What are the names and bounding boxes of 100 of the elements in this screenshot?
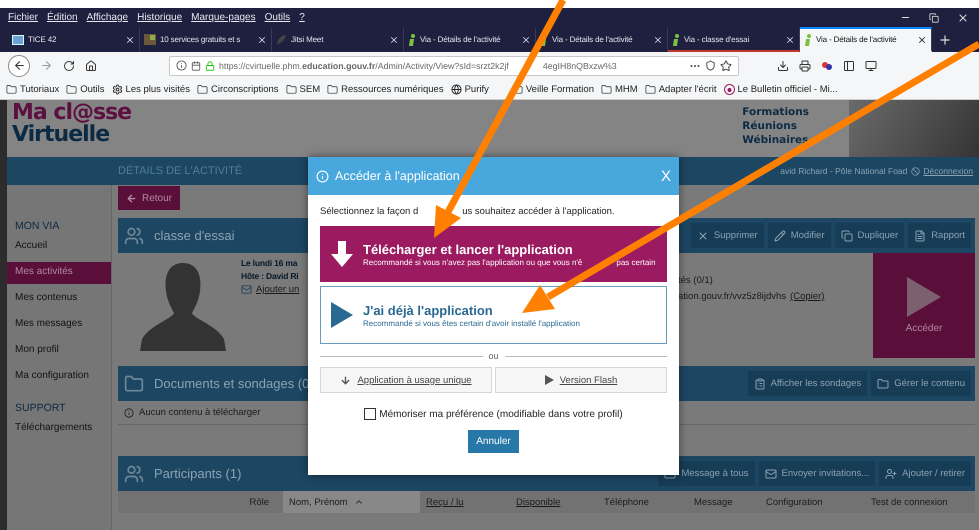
separator-text: ou — [488, 351, 499, 361]
close-icon — [521, 34, 531, 44]
down-arrow-icon — [331, 241, 353, 267]
menu-item[interactable]: Affichage — [86, 12, 128, 23]
column-header[interactable]: Reçu / lu — [420, 491, 510, 513]
panel-title: Participants (1) — [154, 466, 242, 481]
bookmark[interactable]: Adapter l'écrit — [644, 84, 716, 94]
page-title: DÉTAILS DE L'ACTIVITÉ — [118, 165, 242, 177]
sidebar-item[interactable]: Ma configuration — [7, 366, 111, 388]
column-header[interactable]: Disponible — [510, 491, 598, 513]
menu-item[interactable]: ? — [299, 12, 305, 23]
bookmark[interactable]: Circonscriptions — [196, 84, 279, 94]
checkbox-label: Mémoriser ma préférence (modifiable dans votre profil) — [379, 408, 623, 420]
bookmark[interactable]: Purify — [450, 84, 489, 94]
menu-item[interactable]: Marque-pages — [191, 12, 256, 23]
folder-icon — [124, 374, 144, 394]
globe-icon — [450, 84, 462, 94]
info-figure-icon — [672, 34, 680, 46]
calendar-icon — [191, 60, 201, 70]
envelope-icon — [241, 284, 252, 295]
back-arrow-icon — [126, 192, 137, 204]
option-subtitle: Recommandé si vous n'avez pas l'application ou que vous n'ê — [363, 258, 582, 266]
folder-icon — [877, 378, 890, 390]
clipboard-icon — [754, 378, 766, 390]
bookmark[interactable]: Ressources numériques — [327, 84, 444, 94]
info-icon — [176, 60, 187, 71]
option-subtitle: Recommandé si vous êtes certain d'avoir installé l'application — [363, 318, 580, 328]
copy-icon — [840, 230, 853, 242]
menu-item[interactable]: Édition — [47, 12, 78, 23]
copy-link[interactable]: (Copier) — [790, 291, 824, 302]
document-icon — [914, 230, 926, 242]
dialog-title: Accéder à l'application — [335, 169, 460, 183]
menu-item[interactable]: Historique — [137, 12, 182, 23]
link-text: ation.gouv.fr/vvz5z8ijdvhs — [678, 291, 786, 302]
action-button[interactable]: Gérer le contenu — [871, 371, 971, 396]
menu-item[interactable]: Outils — [264, 12, 290, 23]
browser-tab[interactable]: Via - Détails de l'activité — [800, 27, 932, 52]
back-button[interactable] — [8, 54, 30, 76]
play-icon — [331, 302, 353, 328]
bookmark[interactable]: Veille Formation — [512, 84, 594, 94]
tagline: Wébinaires — [742, 134, 809, 146]
users-icon — [124, 464, 144, 484]
menu-item[interactable]: Fichier — [8, 12, 38, 23]
checkbox[interactable] — [364, 408, 376, 420]
prompt-text: us souhaitez accéder à l'application. — [462, 206, 615, 217]
bookmark[interactable]: SEM — [286, 84, 320, 94]
close-icon — [785, 34, 795, 44]
logout-link[interactable]: Déconnexion — [911, 166, 973, 176]
back-button[interactable]: Retour — [118, 186, 180, 210]
window-icon — [12, 34, 24, 44]
sidebar-item[interactable]: Mes contenus — [7, 288, 111, 310]
action-button[interactable]: Envoyer invitations... — [758, 461, 876, 486]
pencil-icon — [774, 230, 786, 242]
option-button[interactable]: J'ai déjà l'application Recommandé si vous êtes certain d'avoir installé l'application — [320, 286, 667, 344]
prompt-text: Sélectionnez la façon d — [320, 206, 418, 217]
date-text: Le lundi 16 ma — [241, 258, 298, 268]
option-button[interactable]: Télécharger et lancer l'application Recommandé si vous n'avez pas l'application ou que vous n'ê pas certain — [320, 226, 667, 282]
action-button[interactable]: Rapport — [908, 223, 971, 248]
action-button[interactable]: Dupliquer — [834, 223, 904, 248]
action-button[interactable]: Afficher les sondages — [748, 371, 868, 396]
close-icon — [389, 34, 399, 44]
column-header: Rôle — [248, 496, 270, 510]
host-text: Hôte : David Ri — [241, 271, 298, 281]
sidebar-item[interactable]: Accueil — [7, 236, 111, 258]
leaf-icon — [276, 34, 287, 45]
sidebar-item[interactable]: Mon profil — [7, 340, 111, 362]
folder-icon — [66, 84, 78, 94]
user-name: avid Richard - Pôle National Foad — [780, 166, 908, 176]
forward-icon — [40, 59, 53, 72]
folder-icon — [196, 84, 208, 94]
alternative-button[interactable]: Version Flash — [495, 367, 667, 393]
monitor-icon — [865, 60, 877, 72]
address-field[interactable]: https://cvirtuelle.phm.education.gouv.fr/Admin/Activity/View?sId=srzt2k2jf 4egIH8nQBxzw%3 — [169, 56, 739, 76]
action-button[interactable]: Supprimer — [690, 223, 764, 248]
option-subtitle: pas certain — [616, 258, 656, 266]
option-title: Télécharger et lancer l'application — [363, 242, 574, 256]
gear-icon — [112, 84, 123, 94]
action-button[interactable]: Modifier — [768, 223, 831, 248]
sidebar-heading: SUPPORT — [14, 401, 67, 416]
bookmark[interactable]: Les plus visités — [112, 84, 190, 94]
sidebar-icon — [843, 60, 855, 72]
alternative-button[interactable]: Application à usage unique — [320, 367, 492, 393]
bookmark[interactable]: MHM — [601, 84, 638, 94]
sidebar-item[interactable]: Mes activités — [7, 262, 111, 284]
add-link[interactable]: Ajouter un — [256, 284, 300, 295]
image-icon — [144, 34, 156, 45]
cancel-button[interactable]: Annuler — [468, 430, 519, 453]
column-header[interactable]: Nom, Prénom — [283, 491, 420, 513]
folder-icon — [601, 84, 612, 94]
sidebar-item[interactable]: Téléchargements — [7, 418, 111, 440]
bookmark[interactable]: Outils — [66, 84, 105, 94]
bookmark[interactable]: Le Bulletin officiel - Mi... — [724, 84, 838, 94]
play-icon — [907, 277, 941, 317]
sidebar-item[interactable]: Mes messages — [7, 314, 111, 336]
action-button[interactable]: Ajouter / retirer — [879, 461, 971, 486]
folder-icon — [286, 84, 297, 94]
reload-icon — [63, 60, 75, 72]
bookmark[interactable]: Tutoriaux — [6, 84, 60, 94]
access-button[interactable]: Accéder — [873, 253, 975, 358]
folder-icon — [644, 84, 656, 94]
